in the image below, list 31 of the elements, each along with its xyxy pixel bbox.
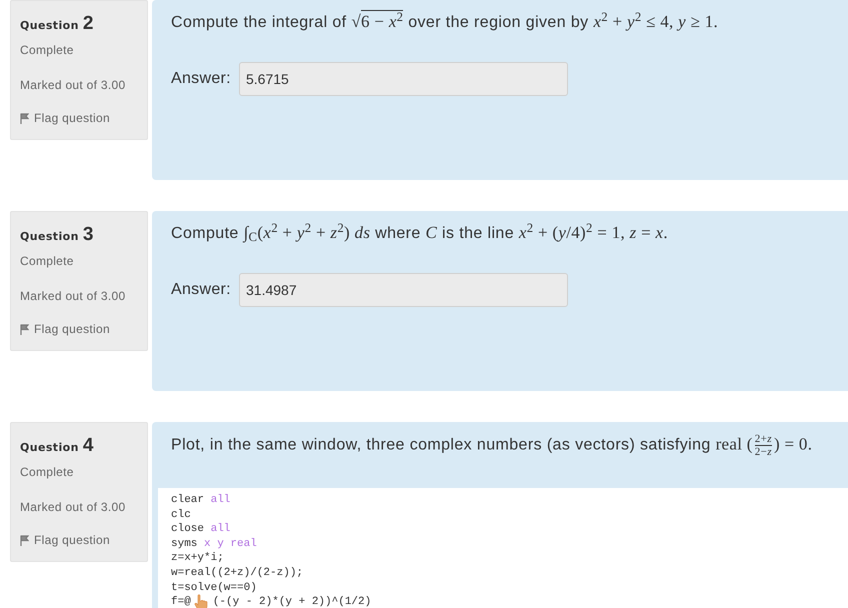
code-text: f=@ [171, 595, 191, 608]
flag-icon [20, 324, 29, 334]
code-line: close all [171, 522, 230, 537]
question-text: Compute the integral of √6 − x$^{2}$ over the region given by x$^{2}$ + y$^{2}$ ≤ 4, y ≥ 1. [170, 8, 720, 33]
question-marks: Marked out of 3.00 [20, 500, 126, 514]
question-heading: Question 3 [20, 223, 94, 241]
question-status: Complete [20, 254, 74, 268]
question-text: Compute ∫$_{C}$(x$^{2}$ + y$^{2}$ + z$^{2}$) ds where C is the line x$^{2}$ + (y/4)$^{2}$ = 1, z = x. [170, 220, 669, 245]
code-line: z=x+y*i; [171, 551, 224, 566]
answer-field[interactable]: 5.6715 [239, 62, 568, 96]
hand-cursor-icon [194, 594, 210, 608]
code-line: syms x y real [171, 536, 257, 552]
flag-question-link[interactable]: Flag question [20, 111, 110, 125]
question-status: Complete [20, 43, 74, 57]
answer-label: Answer: [171, 280, 232, 300]
code-line: clear all [171, 493, 230, 508]
flag-question-link[interactable]: Flag question [20, 322, 110, 336]
code-line: w=real((2+z)/(2-z)); [171, 566, 304, 581]
question-marks: Marked out of 3.00 [20, 78, 126, 92]
flag-icon [20, 112, 29, 124]
question-heading: Question 2 [20, 12, 94, 30]
flag-question-link[interactable]: Flag question [20, 533, 110, 547]
flag-icon [20, 534, 29, 546]
answer-field[interactable]: 31.4987 [239, 273, 568, 307]
question-heading: Question 4 [20, 434, 94, 452]
answer-label: Answer: [171, 69, 232, 89]
code-text: (-(y - 2)*(y + 2))^(1/2) [212, 595, 372, 608]
question-marks: Marked out of 3.00 [20, 289, 126, 303]
code-line: clc [171, 508, 191, 522]
question-status: Complete [20, 465, 74, 479]
code-line: t=solve(w==0) [171, 580, 257, 596]
